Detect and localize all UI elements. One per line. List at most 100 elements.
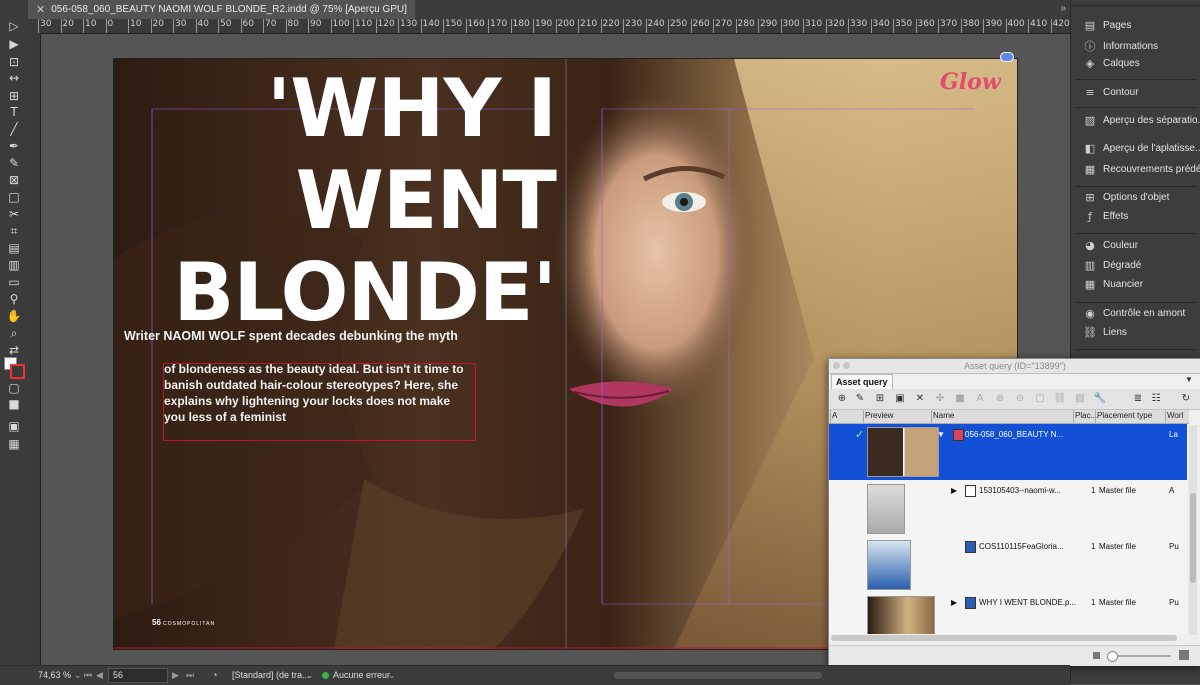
column-divider[interactable] [863,410,864,423]
list-view-icon[interactable]: ≣ [1131,392,1145,406]
panel-item-effects[interactable]: ƒ Effets [1083,210,1128,223]
column-divider[interactable] [931,410,932,423]
gradient-swatch-tool-icon[interactable]: ▤ [4,240,24,256]
previous-page-icon[interactable]: ◀ [96,670,103,681]
pencil-tool-icon[interactable]: ✎ [4,155,24,171]
last-page-icon[interactable]: ⏭ [186,670,194,681]
direct-selection-tool-icon[interactable]: ▶ [4,36,24,52]
standfirst-lead[interactable]: Writer NAOMI WOLF spent decades debunkin… [124,329,458,343]
panel-item-stroke[interactable]: ≡ Contour [1083,86,1138,99]
slider-knob[interactable] [1107,651,1118,662]
panel-item-separations[interactable]: ▧ Aperçu des séparatio... [1083,114,1200,127]
column-divider[interactable] [830,410,831,423]
asset-row[interactable]: ▶ 153105403--naomi-w... 1 Master file A [829,480,1187,537]
gradient-feather-tool-icon[interactable]: ▥ [4,257,24,273]
next-page-icon[interactable]: ▶ [172,670,179,681]
panel-item-preflight[interactable]: ◉ Contrôle en amont [1083,307,1185,320]
vertical-scrollbar[interactable] [1189,425,1197,635]
first-page-icon[interactable]: ⏮ [84,670,92,681]
expand-disclosure-icon[interactable]: ▶ [951,598,957,607]
detail-view-icon[interactable]: ☷ [1149,392,1163,406]
formatting-affects-container-icon[interactable]: ▢ [4,380,24,396]
preview-mode-icon[interactable]: ▦ [4,436,24,452]
column-header[interactable]: Preview [865,411,893,420]
page-number-field[interactable]: 56 [108,668,168,683]
refresh-icon[interactable]: ↻ [1179,392,1193,406]
panel-item-info[interactable]: ⓘ Informations [1083,38,1159,54]
column-header[interactable]: A [832,411,837,420]
panel-item-links[interactable]: ⛓ Liens [1083,326,1127,339]
horizontal-ruler[interactable]: 30 20 10 0 10 20 30 40 50 60 70 80 90 100 110 120 130 140… [28,19,1070,34]
content-collector-icon[interactable]: ⊞ [4,88,24,104]
tabs-overflow-icon[interactable]: » [1060,3,1066,14]
horizontal-scrollbar[interactable] [831,635,1177,641]
standfirst-body[interactable]: of blondeness as the beauty ideal. But i… [164,361,469,425]
panel-item-layers[interactable]: ◈ Calques [1083,57,1140,70]
image-icon[interactable]: ▨ [1073,392,1087,406]
panel-item-swatches[interactable]: ▦ Nuancier [1083,278,1143,291]
panel-item-color[interactable]: ◕ Couleur [1083,239,1138,252]
text-icon[interactable]: A [973,392,987,406]
style-dropdown-icon[interactable]: ⌄ [306,670,314,681]
apply-color-icon[interactable]: ■ [4,396,24,412]
asset-row[interactable]: COS110115FeaGloria... 1 Master file Pu [829,536,1187,593]
rectangle-tool-icon[interactable]: □ [4,189,24,205]
page-tool-icon[interactable]: ⊡ [4,54,24,70]
open-spread-icon[interactable]: ◔ [212,670,217,680]
panel-menu-icon[interactable]: ▼ [1185,375,1193,384]
column-header[interactable]: Placement type [1097,411,1152,420]
zoom-dropdown-icon[interactable]: ⌄ [74,670,82,681]
panel-item-object-options[interactable]: ⊞ Options d'objet [1083,191,1169,204]
close-tab-icon[interactable]: ✕ [36,3,45,16]
panel-item-pages[interactable]: ▤ Pages [1083,19,1132,32]
note-tool-icon[interactable]: ▭ [4,274,24,290]
zoom-level[interactable]: 74,63 % [38,670,71,680]
line-tool-icon[interactable]: ╱ [4,121,24,137]
panel-item-gradient[interactable]: ▥ Dégradé [1083,259,1142,272]
expand-disclosure-icon[interactable]: ▶ [951,486,957,495]
move-icon[interactable]: ✣ [933,392,947,406]
swap-colors-icon[interactable]: ⇄ [4,342,24,358]
preflight-status[interactable]: Aucune erreur [333,670,390,680]
free-transform-tool-icon[interactable]: ⌗ [4,223,24,239]
type-tool-icon[interactable]: T [4,104,24,120]
panel-item-flattener[interactable]: ◧ Aperçu de l'aplatisse... [1083,142,1200,155]
stop-icon[interactable]: ■ [953,392,967,406]
thumbnail-small-icon[interactable] [1093,652,1100,659]
selection-tool-icon[interactable]: ▷ [4,18,24,34]
pen-tool-icon[interactable]: ✒ [4,138,24,154]
thumbnail-large-icon[interactable] [1179,650,1189,660]
stroke-swatch-icon[interactable] [10,364,25,379]
scissors-tool-icon[interactable]: ✂ [4,206,24,222]
remove-circle-icon[interactable]: ⊖ [1013,392,1027,406]
document-tab[interactable]: ✕ 056-058_060_BEAUTY NAOMI WOLF BLONDE_R… [28,0,415,19]
asset-row[interactable]: ▶ WHY I WENT BLONDE.p... 1 Master file Pu [829,592,1187,634]
horizontal-canvas-scrollbar[interactable] [614,672,822,679]
edit-icon[interactable]: ✎ [853,392,867,406]
dock-grip[interactable] [1071,4,1200,7]
place-icon[interactable]: ⊞ [873,392,887,406]
rectangle-frame-tool-icon[interactable]: ⊠ [4,172,24,188]
column-divider[interactable] [1165,410,1166,423]
add-circle-icon[interactable]: ⊕ [993,392,1007,406]
screen-mode-icon[interactable]: ▣ [4,418,24,434]
panel-item-trap[interactable]: ▦ Recouvrements prédé... [1083,163,1200,176]
minimize-window-icon[interactable] [843,362,850,369]
hand-tool-icon[interactable]: ✋ [4,308,24,324]
frame-icon[interactable]: ▢ [1033,392,1047,406]
save-icon[interactable]: ▣ [893,392,907,406]
expand-disclosure-icon[interactable]: ▼ [937,430,945,439]
tab-asset-query[interactable]: Asset query [831,374,893,389]
column-header[interactable]: Name [933,411,954,420]
new-query-icon[interactable]: ⊕ [835,392,849,406]
asset-query-window-title[interactable]: Asset query (ID="13899") [829,359,1200,374]
column-divider[interactable] [1095,410,1096,423]
zoom-tool-icon[interactable]: ⌕ [4,325,24,341]
delete-icon[interactable]: ✕ [913,392,927,406]
column-header[interactable]: Plac... [1075,411,1097,420]
link-icon[interactable]: ⛓ [1053,392,1067,406]
asset-row[interactable]: ✓ ▼ 056-058_060_BEAUTY N... La [829,424,1187,481]
close-window-icon[interactable] [833,362,840,369]
eyedropper-tool-icon[interactable]: ⚲ [4,291,24,307]
column-header[interactable]: Worl [1167,411,1183,420]
